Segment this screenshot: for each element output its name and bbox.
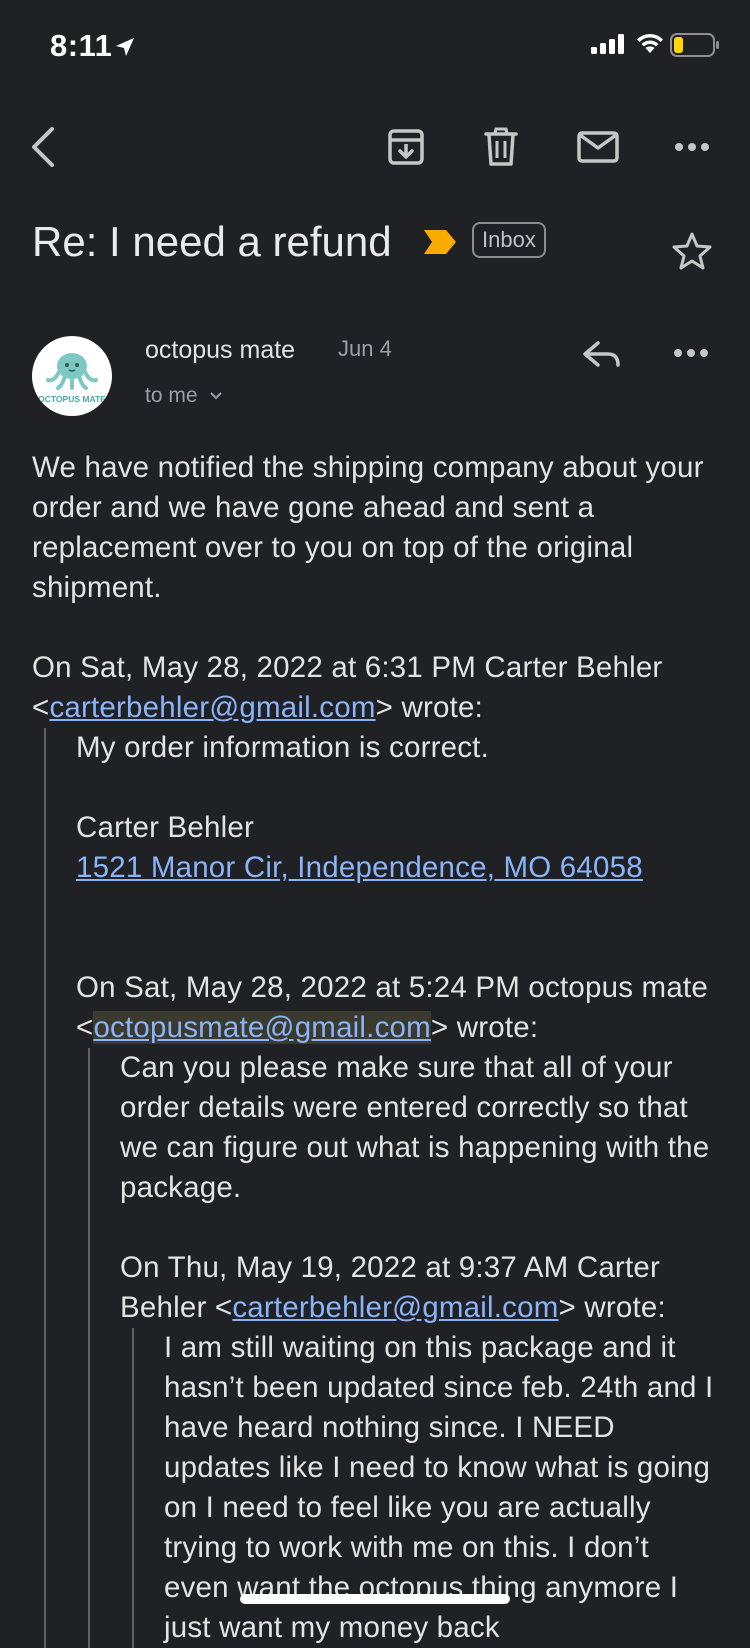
octopus-logo-icon: OCTOPUS MATE xyxy=(38,353,106,404)
more-options-button[interactable] xyxy=(665,120,719,174)
message-text: We have notified the shipping company ab… xyxy=(32,451,704,604)
home-indicator[interactable] xyxy=(240,1594,510,1604)
importance-marker-icon[interactable] xyxy=(422,228,458,256)
address-link[interactable]: 1521 Manor Cir, Independence, MO 64058 xyxy=(76,851,643,884)
quote1-header: On Sat, May 28, 2022 at 6:31 PM Carter B… xyxy=(32,651,663,724)
message-toolbar xyxy=(0,110,750,180)
quote3-header: On Thu, May 19, 2022 at 9:37 AM Carter B… xyxy=(120,1251,666,1324)
archive-button[interactable] xyxy=(379,120,433,174)
status-time: 8:11 xyxy=(50,28,113,63)
battery-icon xyxy=(670,33,719,57)
quote2-text: Can you please make sure that all of you… xyxy=(120,1051,710,1204)
recipients-toggle[interactable]: to me xyxy=(145,384,223,408)
archive-icon xyxy=(388,129,424,165)
subject-row: Re: I need a refund Inbox xyxy=(32,210,732,280)
sender-name[interactable]: octopus mate xyxy=(145,336,295,365)
trash-icon xyxy=(484,127,518,166)
recipients-label: to me xyxy=(145,384,198,407)
email-link[interactable]: carterbehler@gmail.com xyxy=(232,1291,558,1324)
quoted-message-1: My order information is correct. Carter … xyxy=(44,728,722,1648)
avatar-logo-text: OCTOPUS MATE xyxy=(38,394,106,404)
email-link[interactable]: carterbehler@gmail.com xyxy=(49,691,375,724)
mark-unread-button[interactable] xyxy=(571,120,625,174)
quote1-line: My order information is correct. xyxy=(76,731,489,764)
back-button[interactable] xyxy=(16,120,70,174)
mail-icon xyxy=(577,131,619,163)
quoted-message-2: Can you please make sure that all of you… xyxy=(88,1048,722,1648)
inbox-label[interactable]: Inbox xyxy=(472,222,546,258)
message-more-icon[interactable] xyxy=(673,348,709,358)
quote2-header: On Sat, May 28, 2022 at 5:24 PM octopus … xyxy=(76,971,708,1044)
back-arrow-icon xyxy=(32,127,54,167)
message-body: We have notified the shipping company ab… xyxy=(32,448,722,1648)
delete-button[interactable] xyxy=(474,120,528,174)
star-icon[interactable] xyxy=(672,232,712,270)
more-horizontal-icon xyxy=(675,143,709,151)
message-date: Jun 4 xyxy=(338,336,392,361)
quote1-name: Carter Behler xyxy=(76,811,255,844)
cellular-signal-icon xyxy=(591,34,624,54)
email-subject: Re: I need a refund xyxy=(32,218,392,265)
status-bar: 8:11 xyxy=(0,0,750,90)
reply-icon[interactable] xyxy=(582,340,622,370)
sender-avatar[interactable]: OCTOPUS MATE xyxy=(32,336,112,416)
chevron-down-icon xyxy=(210,392,223,400)
location-arrow-icon xyxy=(116,38,134,56)
email-link[interactable]: octopusmate@gmail.com xyxy=(93,1011,431,1044)
wifi-icon xyxy=(637,33,663,53)
